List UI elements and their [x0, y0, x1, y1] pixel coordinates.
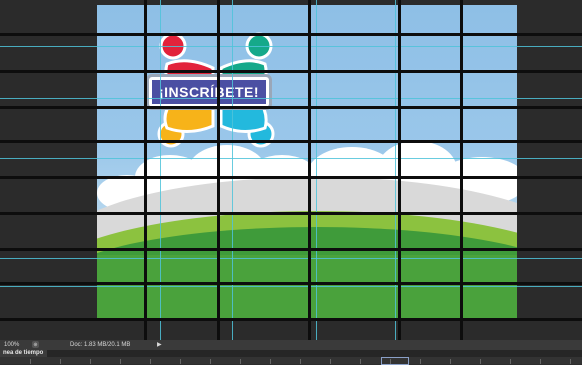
guide-line	[0, 46, 582, 47]
zoom-level[interactable]: 100%	[4, 341, 19, 349]
grid-line	[0, 318, 582, 321]
grid-line	[0, 140, 582, 143]
grid-line	[0, 282, 582, 285]
grid-line	[0, 248, 582, 251]
guide-line	[0, 286, 582, 287]
grid-line	[0, 212, 582, 215]
guide-line	[316, 0, 317, 340]
grid-line	[217, 0, 220, 340]
grid-line	[398, 0, 401, 340]
guide-line	[232, 0, 233, 340]
status-menu-arrow-icon[interactable]: ▶	[157, 341, 162, 349]
grid-line	[308, 0, 311, 340]
guide-line	[0, 98, 582, 99]
grid-line	[0, 33, 582, 36]
guide-line	[0, 258, 582, 259]
grid-line	[144, 0, 147, 340]
grid-line	[460, 0, 463, 340]
timeline-ruler	[0, 357, 582, 364]
status-bar: 100% ⊕ Doc: 1.83 MB/20.1 MB ▶	[0, 340, 582, 350]
tab-timeline[interactable]: nea de tiempo	[0, 350, 48, 357]
signup-badge: ¡INSCRÍBETE!	[149, 77, 269, 107]
grid-line	[0, 176, 582, 179]
guide-line	[0, 158, 582, 159]
photoshop-workspace[interactable]: ¡INSCRÍBETE!	[0, 0, 582, 340]
timeline-panel: nea de tiempo	[0, 350, 582, 365]
zoom-menu-icon[interactable]: ⊕	[32, 341, 39, 348]
guide-line	[160, 0, 161, 340]
document-size: Doc: 1.83 MB/20.1 MB	[70, 342, 131, 348]
grid-line	[0, 106, 582, 109]
guide-line	[395, 0, 396, 340]
grid-line	[0, 70, 582, 73]
